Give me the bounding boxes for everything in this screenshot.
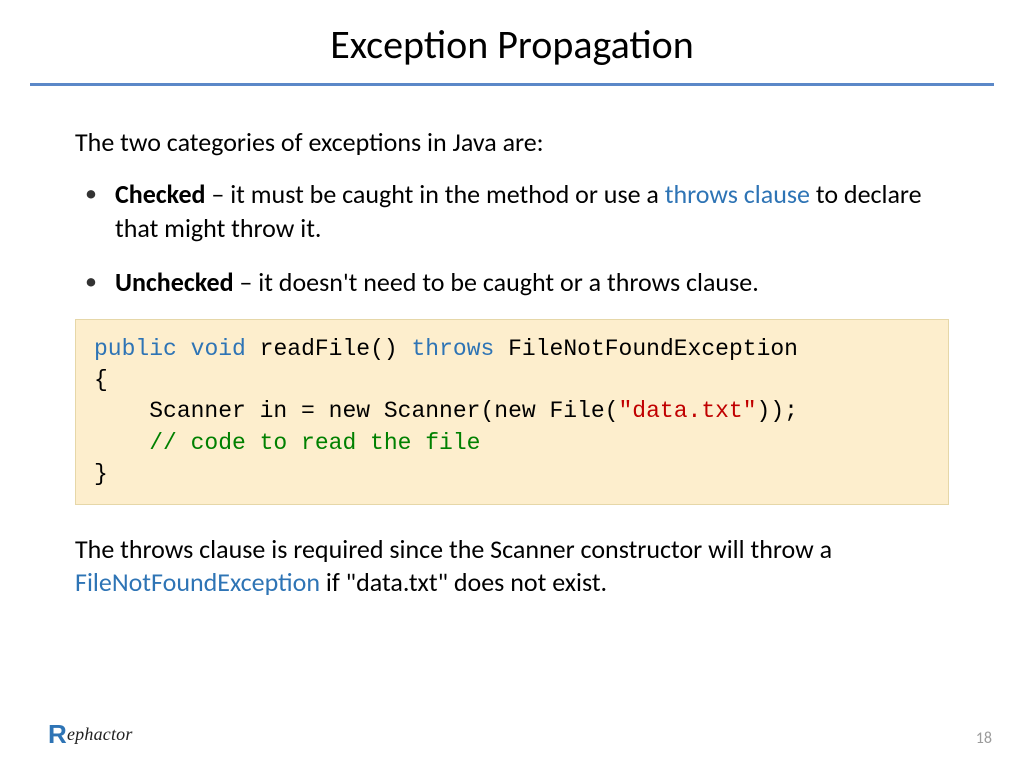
code-kw-public: public <box>94 336 177 362</box>
slide-footer: Rephactor 18 <box>0 722 1024 750</box>
slide: Exception Propagation The two categories… <box>0 0 1024 768</box>
code-line-scanner: Scanner in = new Scanner(new File( <box>94 398 619 424</box>
slide-title: Exception Propagation <box>0 20 1024 69</box>
outro-after: if "data.txt" does not exist. <box>320 566 607 598</box>
link-throws-clause: throws clause <box>665 178 810 210</box>
bullet-unchecked: Unchecked – it doesn't need to be caught… <box>75 266 949 300</box>
term-unchecked: Unchecked <box>115 266 234 298</box>
slide-body: The two categories of exceptions in Java… <box>0 126 1024 600</box>
bullet-checked: Checked – it must be caught in the metho… <box>75 178 949 246</box>
code-comment: // code to read the file <box>94 430 480 456</box>
code-sig-name: readFile() <box>246 336 412 362</box>
code-kw-throws: throws <box>412 336 495 362</box>
logo-rephactor: Rephactor <box>48 719 133 750</box>
code-brace-open: { <box>94 367 108 393</box>
code-block: public void readFile() throws FileNotFou… <box>75 319 949 504</box>
intro-text: The two categories of exceptions in Java… <box>75 126 949 158</box>
bullet-list: Checked – it must be caught in the metho… <box>75 178 949 299</box>
page-number: 18 <box>976 729 992 748</box>
outro-before: The throws clause is required since the … <box>75 533 832 565</box>
title-divider <box>30 83 994 86</box>
code-kw-void: void <box>191 336 246 362</box>
code-sig-exc: FileNotFoundException <box>494 336 798 362</box>
outro-text: The throws clause is required since the … <box>75 533 949 601</box>
link-filenotfoundexception: FileNotFoundException <box>75 566 320 598</box>
logo-r-glyph: R <box>48 719 67 749</box>
checked-text-before: – it must be caught in the method or use… <box>206 178 665 210</box>
code-line-scanner-end: )); <box>757 398 798 424</box>
logo-rest: ephactor <box>67 724 133 744</box>
unchecked-text-after: – it doesn't need to be caught or a thro… <box>234 266 759 298</box>
term-checked: Checked <box>115 178 206 210</box>
code-brace-close: } <box>94 461 108 487</box>
code-string-data: "data.txt" <box>619 398 757 424</box>
